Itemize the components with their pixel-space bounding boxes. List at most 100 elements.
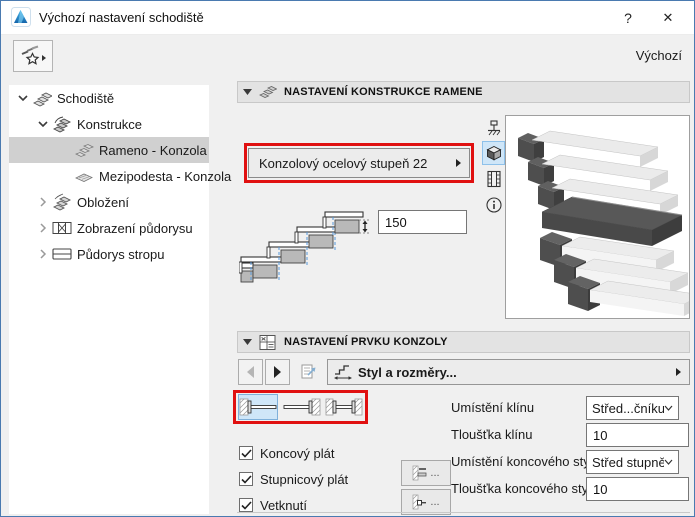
tree-item-schodiste[interactable]: Schodiště	[9, 85, 209, 111]
style-and-dimensions-selector[interactable]: Styl a rozměry...	[327, 359, 690, 385]
transfer-settings-icon	[301, 364, 316, 379]
film-strip-icon	[486, 170, 501, 188]
end-plate-position-select[interactable]: Střed stupně	[586, 450, 679, 474]
landing-icon	[73, 167, 95, 185]
ceiling-plan-icon	[51, 245, 73, 263]
checkbox-label: Vetknutí	[260, 497, 307, 513]
close-button[interactable]: ✕	[650, 1, 686, 34]
console-component-selector[interactable]: Konzolový ocelový stupeň 22	[248, 148, 470, 178]
arrow-right-icon	[274, 366, 281, 378]
favorites-button[interactable]	[13, 40, 53, 72]
wedge-position-select[interactable]: Střed...čníku	[586, 396, 679, 420]
checkbox-checked-icon[interactable]	[239, 472, 253, 486]
stairs-icon	[31, 89, 53, 107]
chevron-right-icon[interactable]	[35, 220, 51, 236]
more-label: ...	[430, 496, 440, 508]
caret-right-icon	[456, 159, 461, 167]
select-value: Střed...čníku	[592, 400, 664, 416]
fixing-icon	[413, 494, 427, 510]
help-button[interactable]: ?	[614, 1, 642, 34]
more-label: ...	[430, 467, 440, 479]
attachment-right-toggle[interactable]	[282, 394, 322, 420]
tree-item-pudorys-stropu[interactable]: Půdorys stropu	[9, 241, 209, 267]
dialog-title: Výchozí nastavení schodiště	[39, 10, 204, 25]
select-value: Střed stupně	[592, 454, 664, 470]
finish-icon	[51, 193, 73, 211]
tree-item-label: Půdorys stropu	[77, 246, 165, 262]
stair-settings-dialog: Výchozí nastavení schodiště ? ✕ Výchozí	[0, 0, 695, 517]
panel-title: NASTAVENÍ KONSTRUKCE RAMENE	[284, 86, 483, 98]
checkbox-checked-icon[interactable]	[239, 446, 253, 460]
tree-item-label: Obložení	[77, 194, 130, 210]
console-height-input[interactable]	[378, 210, 467, 234]
info-button[interactable]	[482, 193, 505, 217]
chevron-right-icon[interactable]	[35, 194, 51, 210]
panel-header-flight-structure[interactable]: NASTAVENÍ KONSTRUKCE RAMENE	[237, 81, 690, 103]
support-view-button[interactable]	[482, 115, 505, 139]
arrow-left-icon	[247, 366, 254, 378]
stair-height-diagram	[239, 199, 369, 283]
attachment-left-icon	[239, 398, 277, 416]
next-element-button[interactable]	[265, 359, 290, 385]
tree-item-mezipodesta-konzola[interactable]: Mezipodesta - Konzola	[9, 163, 231, 189]
chevron-down-icon	[664, 459, 673, 465]
tread-plate-checkbox-row[interactable]: Stupnicový plát	[239, 469, 348, 489]
tree-item-label: Konstrukce	[77, 116, 143, 132]
chevron-down-icon[interactable]	[35, 116, 51, 132]
section-view-button[interactable]	[482, 167, 505, 191]
chevron-right-icon[interactable]	[35, 246, 51, 262]
stairs-dimension-icon	[328, 363, 358, 381]
checkbox-checked-icon[interactable]	[239, 498, 253, 512]
checkbox-label: Koncový plát	[260, 445, 335, 461]
3d-preview[interactable]	[505, 115, 690, 319]
collapse-arrow-icon[interactable]	[238, 339, 256, 345]
favorites-star-icon	[21, 45, 46, 65]
tree-item-oblozeni[interactable]: Obložení	[9, 189, 209, 215]
element-settings-icon	[256, 334, 280, 351]
flight-icon	[73, 141, 95, 159]
wedge-thickness-input[interactable]	[586, 423, 689, 447]
settings-tree: Schodiště Konstrukce Rameno - Konzola Me…	[9, 85, 231, 514]
transfer-settings-button[interactable]	[295, 359, 321, 385]
attachment-both-icon	[325, 398, 363, 416]
collapse-arrow-icon[interactable]	[238, 89, 256, 95]
tread-plate-icon	[413, 465, 427, 481]
tree-item-label: Zobrazení půdorysu	[77, 220, 193, 236]
tree-item-konstrukce[interactable]: Konstrukce	[9, 111, 209, 137]
structure-icon	[51, 115, 73, 133]
panel-title: NASTAVENÍ PRVKU KONZOLY	[284, 336, 448, 348]
tread-plate-settings-button[interactable]: ...	[401, 460, 451, 486]
end-plate-thickness-input[interactable]	[586, 477, 689, 501]
previous-element-button[interactable]	[238, 359, 263, 385]
archicad-logo-icon	[11, 7, 31, 27]
tree-item-label: Rameno - Konzola	[99, 142, 207, 158]
title-bar: Výchozí nastavení schodiště ? ✕	[1, 1, 694, 35]
caret-right-icon	[676, 368, 681, 376]
floorplan-display-icon	[51, 219, 73, 237]
tree-item-label: Schodiště	[57, 90, 115, 106]
end-plate-position-label: Umístění koncového sty...	[451, 454, 600, 469]
end-plate-thickness-label: Tloušťka koncového sty...	[451, 481, 598, 496]
style-selector-label: Styl a rozměry...	[358, 364, 457, 380]
attachment-both-toggle[interactable]	[324, 394, 364, 420]
attachment-left-toggle[interactable]	[238, 394, 278, 420]
wedge-position-label: Umístění klínu	[451, 400, 535, 415]
tree-item-zobrazeni-pudorysu[interactable]: Zobrazení půdorysu	[9, 215, 209, 241]
panel-separator	[237, 512, 690, 513]
tree-item-label: Mezipodesta - Konzola	[99, 168, 232, 184]
chevron-down-icon	[664, 405, 673, 411]
3d-view-button[interactable]	[482, 141, 505, 165]
info-icon	[485, 197, 502, 213]
attachment-right-icon	[283, 398, 321, 416]
dialog-toolbar: Výchozí	[1, 35, 694, 77]
chevron-down-icon[interactable]	[15, 90, 31, 106]
default-label: Výchozí	[635, 48, 682, 63]
stairs-icon	[256, 85, 280, 99]
end-plate-checkbox-row[interactable]: Koncový plát	[239, 443, 334, 463]
tree-item-rameno-konzola[interactable]: Rameno - Konzola	[9, 137, 209, 163]
cube-icon	[485, 145, 502, 161]
panel-header-console-element[interactable]: NASTAVENÍ PRVKU KONZOLY	[237, 331, 690, 353]
support-icon	[487, 120, 500, 136]
wedge-thickness-label: Tloušťka klínu	[451, 427, 533, 442]
selected-component-label: Konzolový ocelový stupeň 22	[259, 155, 428, 171]
